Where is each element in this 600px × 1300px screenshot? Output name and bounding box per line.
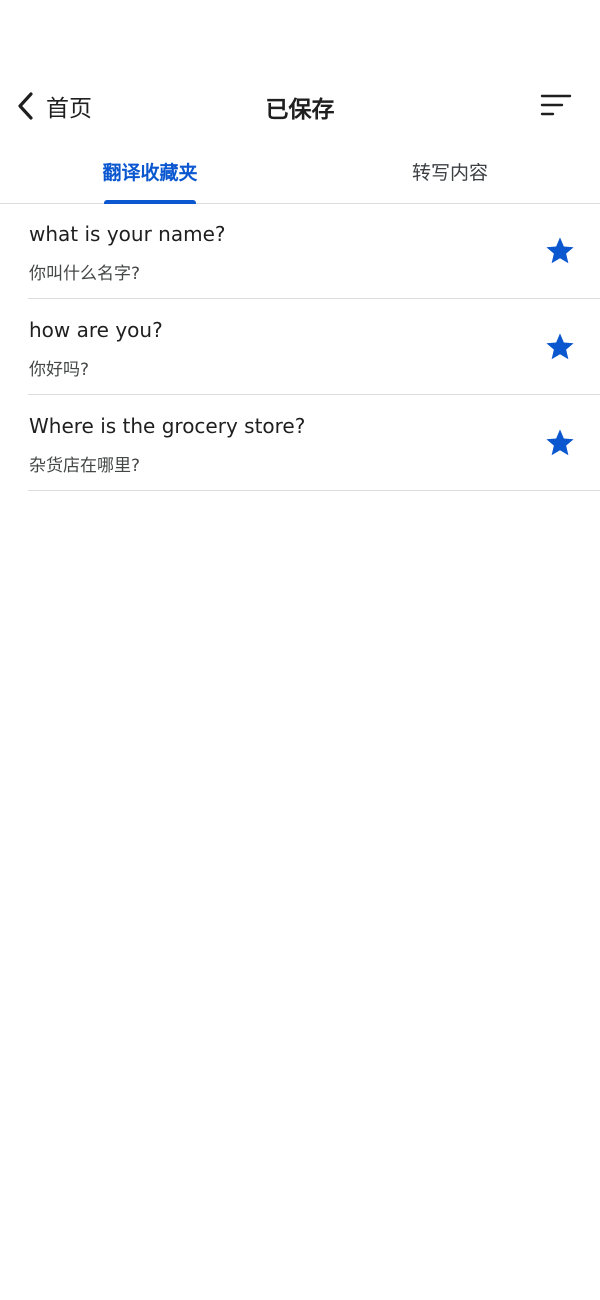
source-text: what is your name? (29, 222, 226, 246)
translated-text: 你叫什么名字? (29, 264, 141, 284)
star-button[interactable] (544, 235, 576, 267)
list-item[interactable]: Where is the grocery store? 杂货店在哪里? (28, 395, 600, 491)
tab-bar: 翻译收藏夹 转写内容 (0, 140, 600, 204)
star-filled-icon (544, 331, 576, 363)
back-label: 首页 (46, 96, 92, 122)
status-bar-area (0, 0, 600, 72)
tab-label: 翻译收藏夹 (102, 162, 198, 184)
star-filled-icon (544, 427, 576, 459)
list-item[interactable]: how are you? 你好吗? (28, 299, 600, 395)
star-filled-icon (544, 235, 576, 267)
tab-label: 转写内容 (411, 162, 488, 184)
sort-icon (540, 94, 574, 124)
star-button[interactable] (544, 331, 576, 363)
tab-translation-favorites[interactable]: 翻译收藏夹 (0, 140, 300, 203)
star-button[interactable] (544, 427, 576, 459)
chevron-left-icon (14, 91, 38, 121)
sort-button[interactable] (540, 92, 574, 120)
source-text: Where is the grocery store? (29, 414, 306, 438)
back-button[interactable]: 首页 (14, 86, 92, 126)
tab-transcriptions[interactable]: 转写内容 (300, 140, 600, 203)
translated-text: 你好吗? (29, 360, 90, 380)
list-item[interactable]: what is your name? 你叫什么名字? (28, 203, 600, 299)
top-app-bar: 首页 已保存 (0, 72, 600, 140)
source-text: how are you? (29, 318, 163, 342)
saved-translations-list: what is your name? 你叫什么名字? how are you? … (0, 203, 600, 491)
translated-text: 杂货店在哪里? (29, 456, 141, 476)
